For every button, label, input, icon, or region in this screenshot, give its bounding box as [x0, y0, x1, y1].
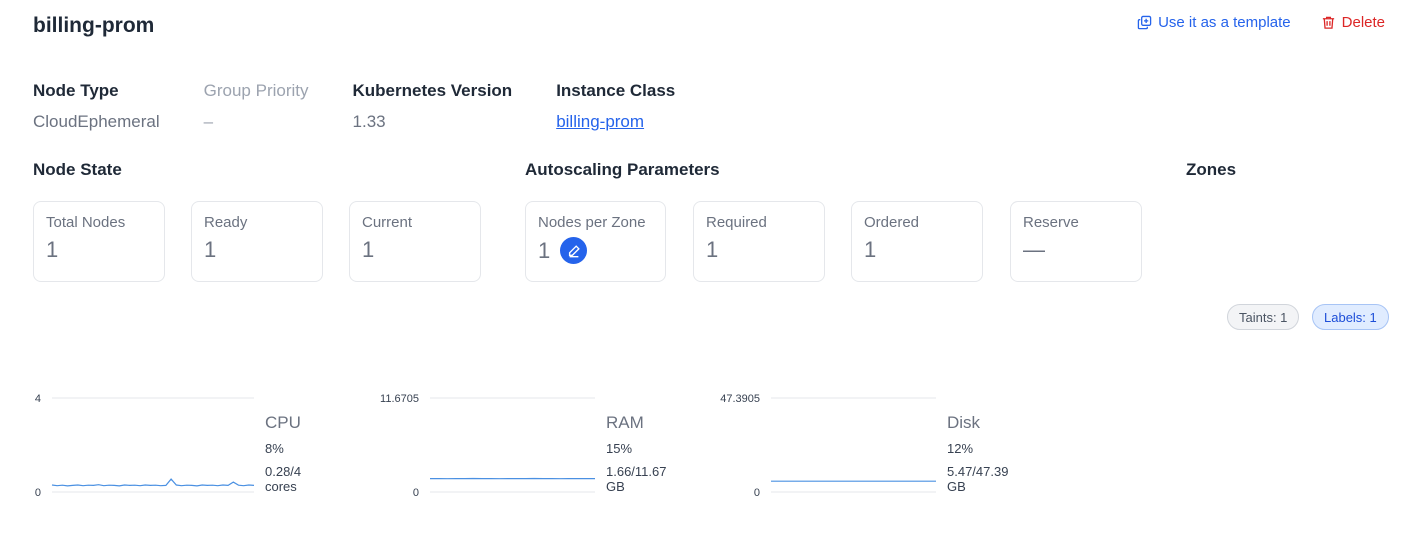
metric-absolute: 5.47/47.39 GB — [947, 464, 1009, 494]
y-tick-max: 4 — [35, 393, 41, 405]
prop-label: Kubernetes Version — [352, 81, 513, 100]
card-reserve: Reserve — — [1010, 201, 1142, 282]
card-total-nodes: Total Nodes 1 — [33, 201, 165, 282]
card-ordered: Ordered 1 — [851, 201, 983, 282]
node-group-properties: Node Type CloudEphemeral Group Priority … — [33, 81, 719, 132]
card-value: 1 — [46, 237, 59, 262]
y-tick-max: 47.3905 — [720, 393, 760, 405]
card-value: 1 — [864, 237, 877, 262]
card-label: Total Nodes — [46, 214, 126, 231]
metric-name: Disk — [947, 413, 981, 432]
prop-value: 1.33 — [352, 112, 386, 131]
prop-value: – — [203, 112, 214, 131]
metric-name: CPU — [265, 413, 301, 432]
card-value: 1 — [538, 237, 653, 264]
card-label: Required — [706, 214, 767, 231]
pencil-icon — [568, 244, 580, 257]
metric-percent: 8% — [265, 441, 284, 456]
metric-absolute: 1.66/11.67 GB — [606, 464, 667, 494]
use-as-template-label: Use it as a template — [1158, 14, 1291, 31]
ram-chart: 11.6705 0 — [380, 393, 595, 499]
metric-text: CPU 8% 0.28/4 cores — [265, 413, 301, 494]
card-label: Reserve — [1023, 214, 1079, 231]
card-label: Nodes per Zone — [538, 214, 646, 231]
card-value: — — [1023, 237, 1045, 262]
card-value: 1 — [204, 237, 217, 262]
y-tick-max: 11.6705 — [380, 393, 419, 405]
prop-label: Group Priority — [203, 81, 309, 100]
card-nodes-per-zone: Nodes per Zone 1 — [525, 201, 666, 282]
disk-chart: 47.3905 0 — [720, 393, 936, 499]
prop-label: Node Type — [33, 81, 119, 100]
header-actions: Use it as a template Delete — [1137, 14, 1385, 31]
prop-instance-class: Instance Class billing-prom — [556, 81, 675, 132]
use-as-template-button[interactable]: Use it as a template — [1137, 14, 1291, 31]
delete-button[interactable]: Delete — [1321, 14, 1385, 31]
metric-percent: 12% — [947, 441, 974, 456]
prop-kubernetes-version: Kubernetes Version 1.33 — [353, 81, 513, 132]
cpu-chart: 40 — [35, 393, 255, 499]
prop-node-type: Node Type CloudEphemeral — [33, 81, 160, 132]
card-value: 1 — [362, 237, 375, 262]
delete-label: Delete — [1341, 14, 1385, 31]
card-ready: Ready 1 — [191, 201, 323, 282]
taints-badge[interactable]: Taints: 1 — [1227, 304, 1300, 330]
y-tick-min: 0 — [413, 487, 419, 499]
metric-name: RAM — [606, 413, 644, 432]
card-value: 1 — [706, 237, 719, 262]
metric-percent: 15% — [606, 441, 633, 456]
series-line — [51, 478, 255, 487]
prop-value: CloudEphemeral — [33, 112, 160, 131]
card-label: Ordered — [864, 214, 920, 231]
node-state-title: Node State — [33, 160, 122, 179]
copy-icon — [1137, 15, 1152, 30]
y-tick-min: 0 — [35, 487, 41, 499]
metric-absolute: 0.28/4 cores — [265, 464, 302, 494]
zones-title: Zones — [1186, 160, 1237, 179]
page-title: billing-prom — [33, 14, 155, 37]
prop-group-priority: Group Priority – — [204, 81, 309, 132]
y-tick-min: 0 — [754, 487, 760, 499]
card-label: Current — [362, 214, 413, 231]
metric-text: Disk 12% 5.47/47.39 GB — [947, 413, 1008, 494]
instance-class-link[interactable]: billing-prom — [556, 112, 675, 132]
trash-icon — [1322, 16, 1334, 29]
metric-text: RAM 15% 1.66/11.67 GB — [606, 413, 666, 494]
edit-nodes-per-zone-button[interactable] — [560, 237, 588, 264]
prop-label: Instance Class — [556, 81, 676, 100]
autoscaling-title: Autoscaling Parameters — [525, 160, 720, 179]
card-label: Ready — [204, 214, 248, 231]
card-current: Current 1 — [349, 201, 481, 282]
labels-badge[interactable]: Labels: 1 — [1312, 304, 1389, 330]
card-required: Required 1 — [693, 201, 825, 282]
